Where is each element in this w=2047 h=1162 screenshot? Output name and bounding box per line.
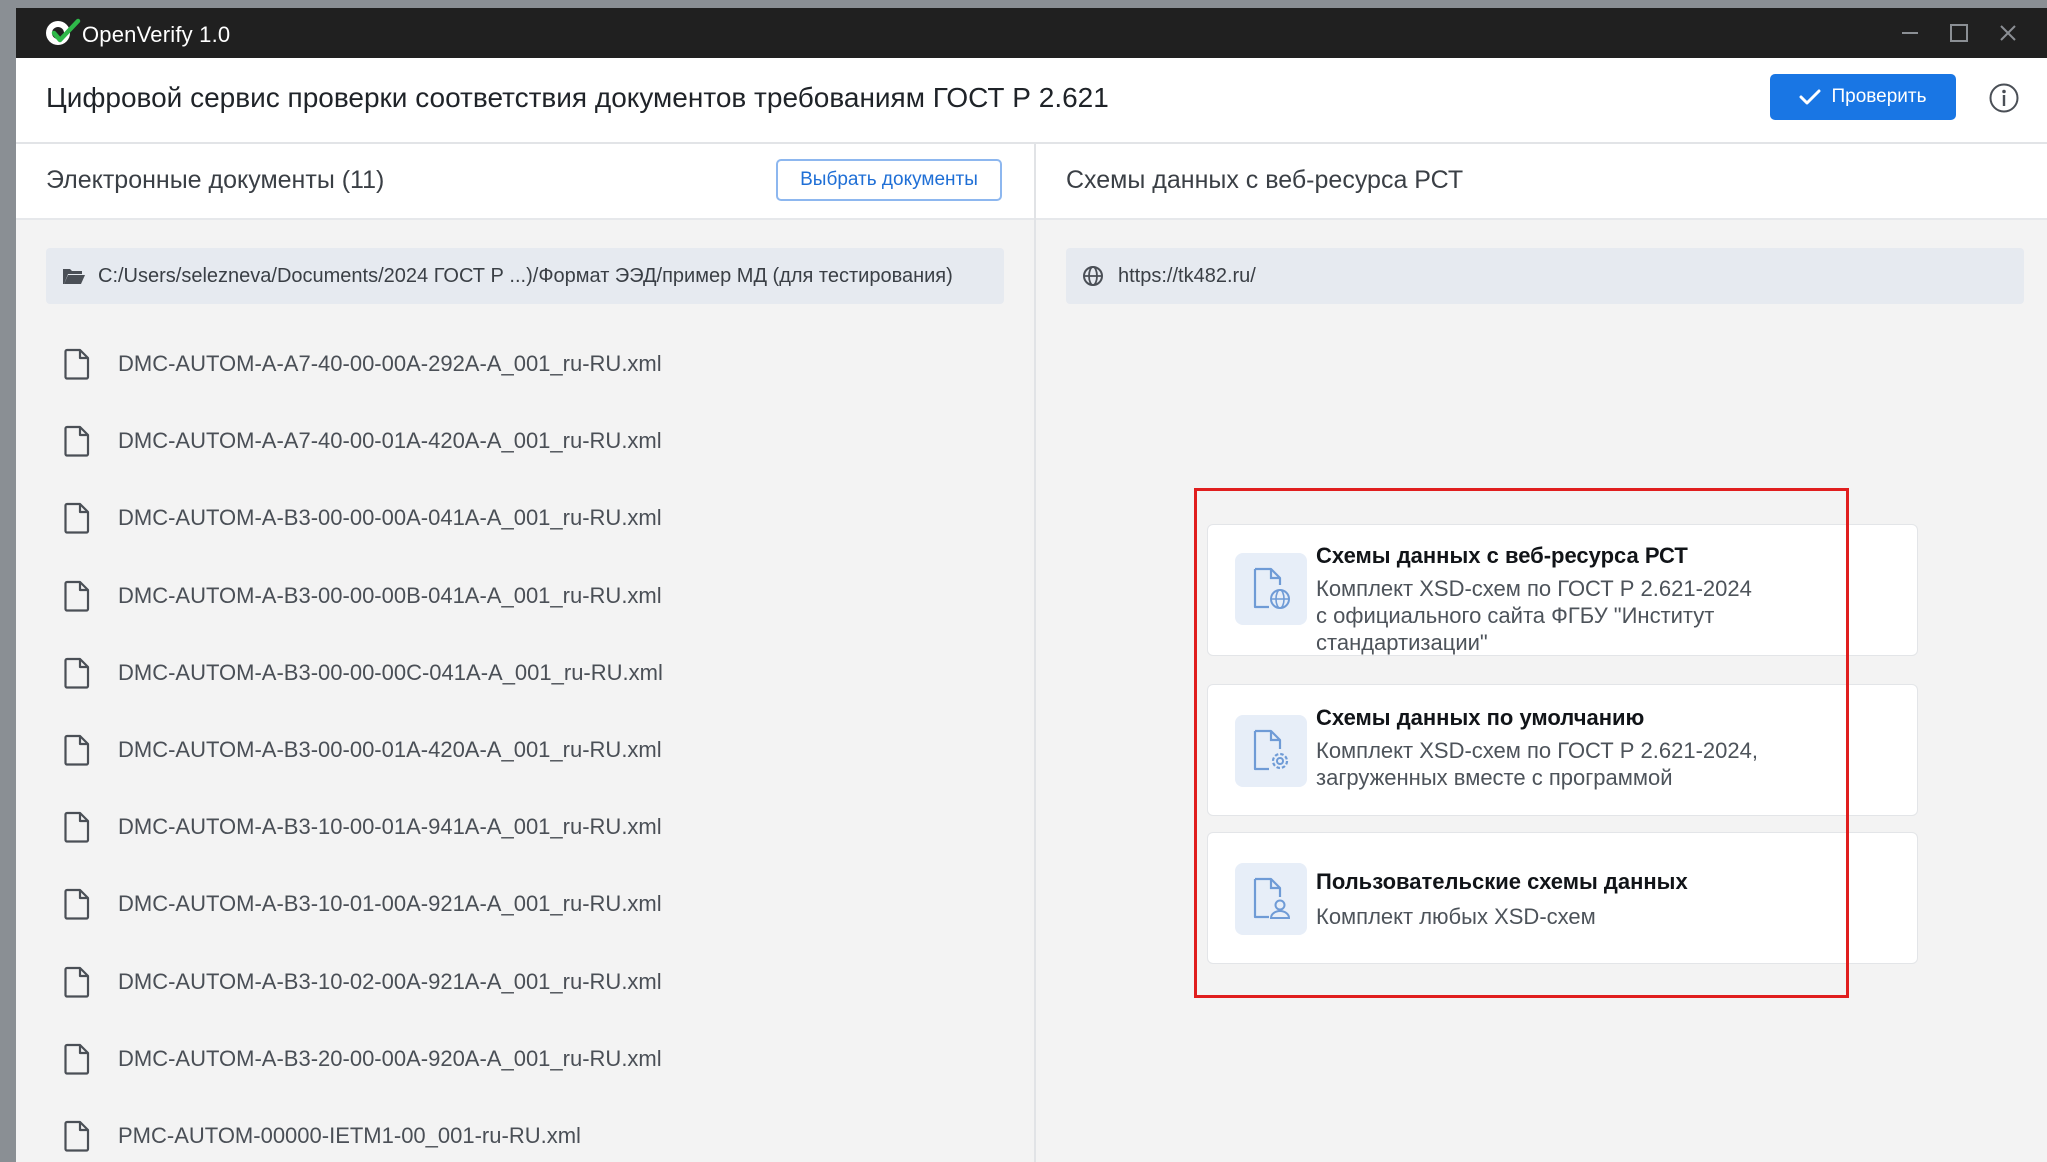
title-bar: OpenVerify 1.0 xyxy=(16,8,2047,58)
checkmark-icon xyxy=(1799,89,1821,105)
openverify-logo-icon xyxy=(46,18,81,45)
file-name: DMC-AUTOM-A-B3-00-00-01A-420A-A_001_ru-R… xyxy=(118,737,662,762)
file-list-item[interactable]: DMC-AUTOM-A-B3-00-00-00A-041A-A_001_ru-R… xyxy=(62,498,662,538)
file-name: DMC-AUTOM-A-B3-20-00-00A-920A-A_001_ru-R… xyxy=(118,1045,662,1071)
file-icon xyxy=(62,424,92,458)
file-icon xyxy=(62,1042,92,1076)
file-list-item[interactable]: DMC-AUTOM-A-B3-10-01-00A-921A-A_001_ru-R… xyxy=(62,884,662,924)
select-documents-button[interactable]: Выбрать документы xyxy=(776,159,1002,201)
schemas-pane-header: Схемы данных с веб-ресурса РСТ xyxy=(1036,144,2047,220)
documents-path-bar[interactable]: C:/Users/selezneva/Documents/2024 ГОСТ Р… xyxy=(46,248,1004,304)
maximize-button[interactable] xyxy=(1942,16,1976,50)
minimize-icon xyxy=(1902,32,1918,34)
globe-icon xyxy=(1082,265,1104,287)
schemas-title: Схемы данных с веб-ресурса РСТ xyxy=(1066,166,1464,194)
info-icon[interactable] xyxy=(1988,82,2020,114)
app-window: OpenVerify 1.0 Цифровой сервис проверки … xyxy=(16,8,2047,1162)
folder-open-icon xyxy=(62,264,86,288)
documents-pane: Электронные документы (11) Выбрать докум… xyxy=(16,144,1036,1162)
highlight-frame xyxy=(1194,488,1849,998)
minimize-button[interactable] xyxy=(1893,16,1927,50)
file-list-item[interactable]: DMC-AUTOM-A-B3-00-00-00B-041A-A_001_ru-R… xyxy=(62,576,662,616)
file-name: DMC-AUTOM-A-B3-00-00-00C-041A-A_001_ru-R… xyxy=(118,659,663,685)
file-list-item[interactable]: DMC-AUTOM-A-A7-40-00-00A-292A-A_001_ru-R… xyxy=(62,344,662,384)
file-icon xyxy=(62,656,92,690)
file-icon xyxy=(62,810,92,844)
check-button-label: Проверить xyxy=(1831,86,1927,107)
close-icon xyxy=(2000,25,2016,41)
file-icon xyxy=(62,1119,92,1153)
schema-url-bar[interactable]: https://tk482.ru/ xyxy=(1066,248,2024,304)
check-button[interactable]: Проверить xyxy=(1770,74,1956,120)
schema-url: https://tk482.ru/ xyxy=(1118,264,1256,287)
file-name: DMC-AUTOM-A-A7-40-00-01A-420A-A_001_ru-R… xyxy=(118,428,662,454)
documents-title: Электронные документы (11) xyxy=(46,166,385,194)
file-icon xyxy=(62,733,92,767)
documents-path: C:/Users/selezneva/Documents/2024 ГОСТ Р… xyxy=(98,264,953,287)
file-icon xyxy=(62,501,92,535)
file-list-item[interactable]: DMC-AUTOM-A-B3-10-02-00A-921A-A_001_ru-R… xyxy=(62,962,662,1002)
close-button[interactable] xyxy=(1991,16,2025,50)
file-icon xyxy=(62,579,92,613)
page-title: Цифровой сервис проверки соответствия до… xyxy=(46,82,1109,113)
file-list-item[interactable]: DMC-AUTOM-A-A7-40-00-01A-420A-A_001_ru-R… xyxy=(62,421,662,461)
file-name: DMC-AUTOM-A-B3-10-02-00A-921A-A_001_ru-R… xyxy=(118,968,662,994)
file-name: DMC-AUTOM-A-B3-00-00-00B-041A-A_001_ru-R… xyxy=(118,582,662,608)
file-name: PMC-AUTOM-00000-IETM1-00_001-ru-RU.xml xyxy=(118,1123,581,1148)
file-list-item[interactable]: DMC-AUTOM-A-B3-10-00-01A-941A-A_001_ru-R… xyxy=(62,807,662,847)
file-list-item[interactable]: DMC-AUTOM-A-B3-20-00-00A-920A-A_001_ru-R… xyxy=(62,1039,662,1079)
header: Цифровой сервис проверки соответствия до… xyxy=(16,58,2047,144)
file-icon xyxy=(62,887,92,921)
file-icon xyxy=(62,347,92,381)
file-list-item[interactable]: PMC-AUTOM-00000-IETM1-00_001-ru-RU.xml xyxy=(62,1116,581,1156)
documents-pane-header: Электронные документы (11) Выбрать докум… xyxy=(16,144,1034,220)
maximize-icon xyxy=(1950,24,1968,42)
file-icon xyxy=(62,965,92,999)
file-name: DMC-AUTOM-A-A7-40-00-00A-292A-A_001_ru-R… xyxy=(118,351,662,376)
app-title: OpenVerify 1.0 xyxy=(82,22,231,47)
file-name: DMC-AUTOM-A-B3-00-00-00A-041A-A_001_ru-R… xyxy=(118,505,662,531)
file-list-item[interactable]: DMC-AUTOM-A-B3-00-00-01A-420A-A_001_ru-R… xyxy=(62,730,662,770)
file-list-item[interactable]: DMC-AUTOM-A-B3-00-00-00C-041A-A_001_ru-R… xyxy=(62,653,663,693)
file-name: DMC-AUTOM-A-B3-10-00-01A-941A-A_001_ru-R… xyxy=(118,814,662,840)
file-name: DMC-AUTOM-A-B3-10-01-00A-921A-A_001_ru-R… xyxy=(118,891,662,917)
